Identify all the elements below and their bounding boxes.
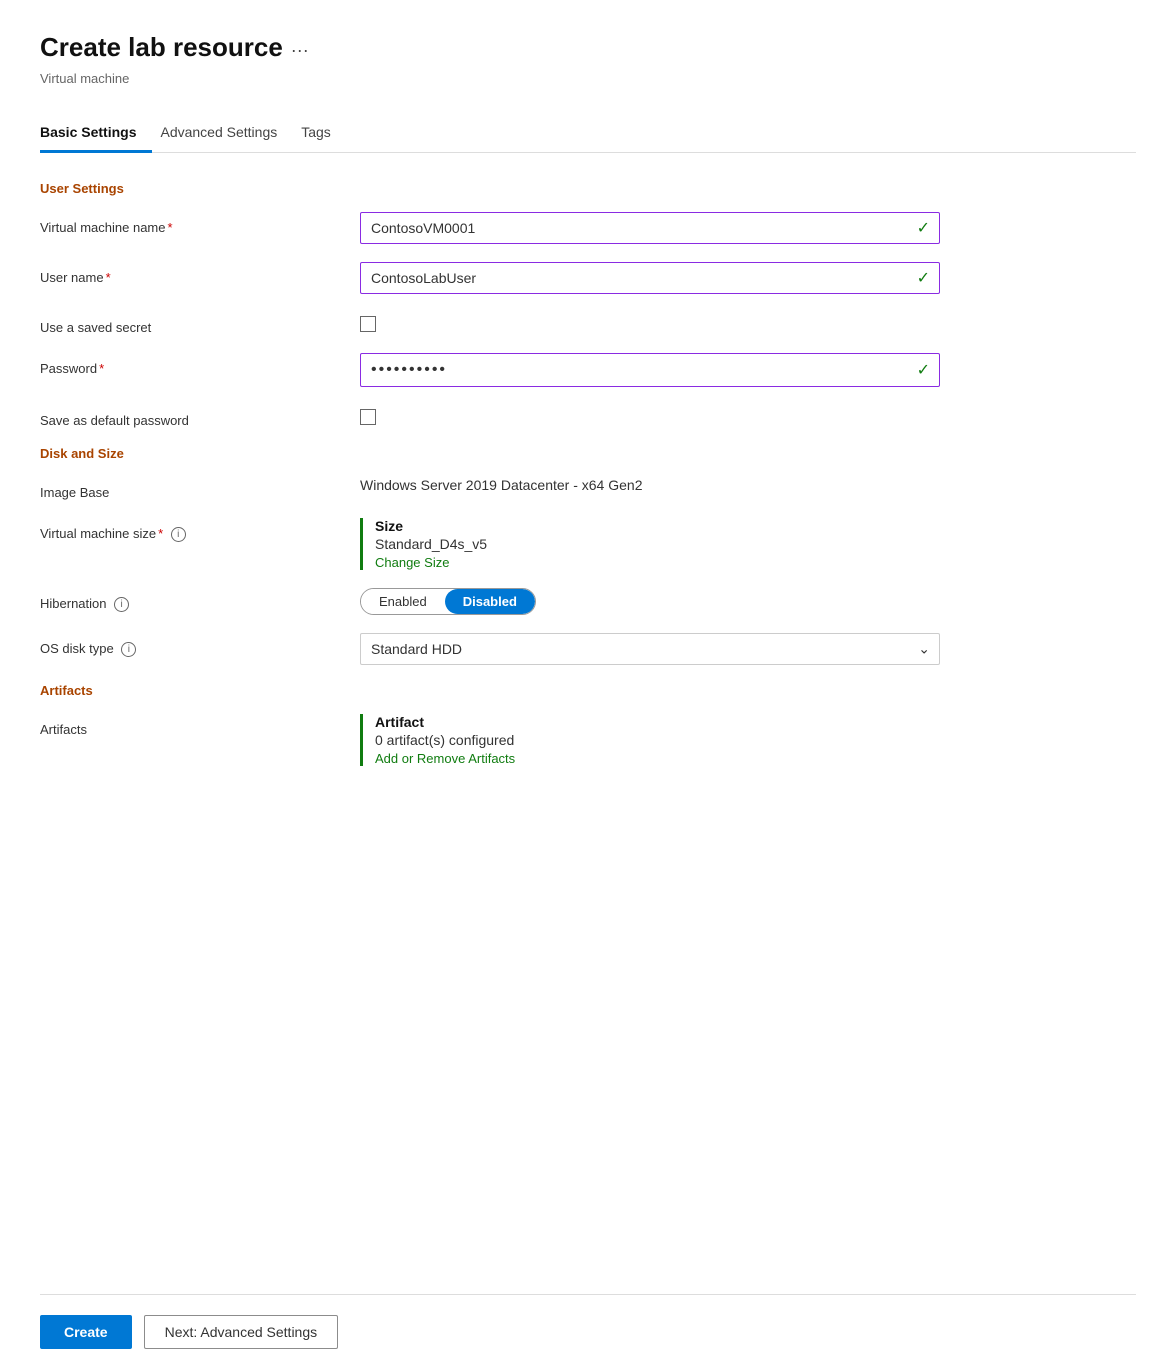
hibernation-info-icon[interactable]: i (114, 597, 129, 612)
vm-size-row: Virtual machine size* i Size Standard_D4… (40, 518, 1136, 570)
hibernation-control: Enabled Disabled (360, 588, 940, 615)
add-remove-artifacts-link[interactable]: Add or Remove Artifacts (375, 751, 515, 766)
saved-secret-row: Use a saved secret (40, 312, 1136, 335)
create-button[interactable]: Create (40, 1315, 132, 1349)
hibernation-toggle: Enabled Disabled (360, 588, 536, 615)
tab-advanced-settings[interactable]: Advanced Settings (160, 114, 293, 153)
change-size-link[interactable]: Change Size (375, 555, 449, 570)
tab-bar: Basic Settings Advanced Settings Tags (40, 114, 1136, 153)
vm-size-control: Size Standard_D4s_v5 Change Size (360, 518, 940, 570)
footer: Create Next: Advanced Settings (40, 1294, 1136, 1369)
user-name-label: User name* (40, 262, 360, 285)
password-row: Password* ✓ (40, 353, 1136, 387)
os-disk-type-info-icon[interactable]: i (121, 642, 136, 657)
saved-secret-checkbox[interactable] (360, 316, 376, 332)
vm-size-info-icon[interactable]: i (171, 527, 186, 542)
vm-size-label: Virtual machine size* i (40, 518, 360, 542)
vm-name-input[interactable] (360, 212, 940, 244)
user-name-row: User name* ✓ (40, 262, 1136, 294)
hibernation-row: Hibernation i Enabled Disabled (40, 588, 1136, 615)
saved-secret-control (360, 312, 940, 335)
user-name-control: ✓ (360, 262, 940, 294)
artifact-header: Artifact (375, 714, 940, 730)
saved-secret-label: Use a saved secret (40, 312, 360, 335)
vm-name-label: Virtual machine name* (40, 212, 360, 235)
os-disk-type-row: OS disk type i Standard HDD Standard SSD… (40, 633, 1136, 665)
hibernation-disabled-option[interactable]: Disabled (445, 589, 535, 614)
vm-size-value: Standard_D4s_v5 (375, 536, 940, 552)
vm-name-valid-icon: ✓ (917, 218, 930, 238)
password-valid-icon: ✓ (917, 360, 930, 380)
os-disk-type-control: Standard HDD Standard SSD Premium SSD ⌄ (360, 633, 940, 665)
vm-name-control: ✓ (360, 212, 940, 244)
artifacts-label: Artifacts (40, 714, 360, 737)
hibernation-label: Hibernation i (40, 588, 360, 612)
disk-size-section-label: Disk and Size (40, 446, 1136, 461)
hibernation-enabled-option[interactable]: Enabled (361, 589, 445, 614)
password-input[interactable] (360, 353, 940, 387)
password-label: Password* (40, 353, 360, 376)
tab-basic-settings[interactable]: Basic Settings (40, 114, 152, 153)
save-default-password-control (360, 405, 940, 428)
os-disk-type-select[interactable]: Standard HDD Standard SSD Premium SSD (360, 633, 940, 665)
user-name-input[interactable] (360, 262, 940, 294)
save-default-password-row: Save as default password (40, 405, 1136, 428)
image-base-control: Windows Server 2019 Datacenter - x64 Gen… (360, 477, 940, 493)
os-disk-type-label: OS disk type i (40, 633, 360, 657)
vm-size-header: Size (375, 518, 940, 534)
artifacts-section-label: Artifacts (40, 683, 1136, 698)
page-subtitle: Virtual machine (40, 71, 1136, 86)
tab-tags[interactable]: Tags (301, 114, 347, 153)
save-default-password-checkbox[interactable] (360, 409, 376, 425)
user-settings-section-label: User Settings (40, 181, 1136, 196)
image-base-row: Image Base Windows Server 2019 Datacente… (40, 477, 1136, 500)
image-base-label: Image Base (40, 477, 360, 500)
artifacts-control: Artifact 0 artifact(s) configured Add or… (360, 714, 940, 766)
vm-name-row: Virtual machine name* ✓ (40, 212, 1136, 244)
artifact-count: 0 artifact(s) configured (375, 732, 940, 748)
page-title: Create lab resource (40, 32, 283, 63)
save-default-password-label: Save as default password (40, 405, 360, 428)
next-advanced-settings-button[interactable]: Next: Advanced Settings (144, 1315, 339, 1349)
ellipsis-menu-icon[interactable]: ··· (291, 40, 309, 61)
user-name-valid-icon: ✓ (917, 268, 930, 288)
password-control: ✓ (360, 353, 940, 387)
image-base-value: Windows Server 2019 Datacenter - x64 Gen… (360, 471, 642, 493)
artifacts-row: Artifacts Artifact 0 artifact(s) configu… (40, 714, 1136, 766)
